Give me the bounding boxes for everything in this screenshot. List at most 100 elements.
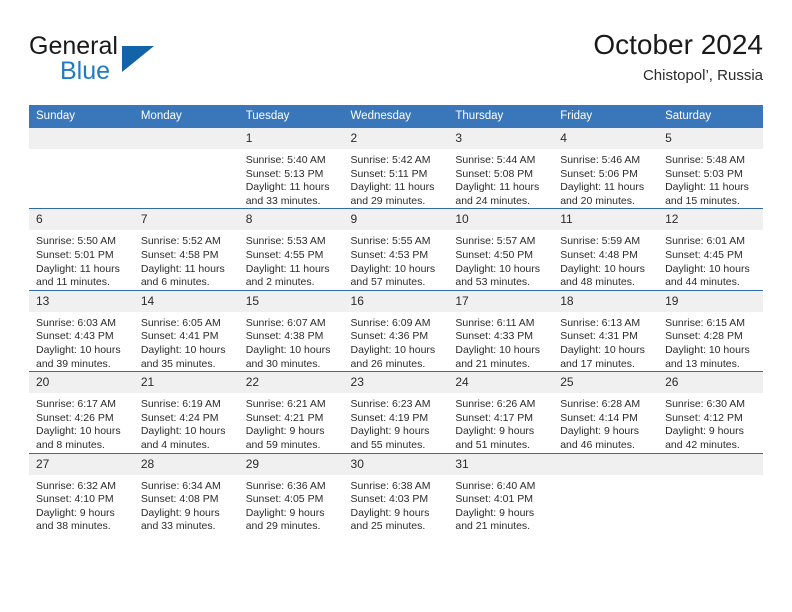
daylight-text-line2: and 53 minutes. xyxy=(455,276,531,289)
sunset-text: Sunset: 4:14 PM xyxy=(560,411,638,424)
day-number xyxy=(553,453,659,475)
daylight-text-line2: and 11 minutes. xyxy=(36,276,110,289)
daylight-text-line2: and 39 minutes. xyxy=(36,357,111,370)
sunrise-text: Sunrise: 6:13 AM xyxy=(560,316,641,329)
day-number xyxy=(133,128,239,149)
sunset-text: Sunset: 4:55 PM xyxy=(245,248,324,261)
weekday-header-wednesday: Wednesday xyxy=(343,105,449,128)
calendar-day-cell[interactable]: 4 Sunrise: 5:46 AM Sunset: 5:06 PM Daylight… xyxy=(553,128,659,209)
logo-triangle-icon xyxy=(122,46,154,72)
daylight-text-line2: and 24 minutes. xyxy=(455,194,531,207)
calendar-day-cell[interactable]: 19 Sunrise: 6:15 AM Sunset: 4:28 PM Dayligh… xyxy=(658,289,763,372)
sunrise-text: Sunrise: 5:44 AM xyxy=(455,154,536,166)
calendar-day-cell[interactable]: 28 Sunrise: 6:34 AM Sunset: 4:08 PM Dayligh… xyxy=(133,452,239,534)
daylight-text-line2: and 46 minutes. xyxy=(560,438,635,451)
daylight-text-line2: and 48 minutes. xyxy=(560,276,635,289)
general-blue-logo: General Blue xyxy=(29,32,249,90)
sunset-text: Sunset: 4:36 PM xyxy=(350,330,429,343)
calendar-day-cell[interactable]: 14 Sunrise: 6:05 AM Sunset: 4:41 PM Dayligh… xyxy=(133,289,239,372)
calendar-week-row: 27 Sunrise: 6:32 AM Sunset: 4:10 PM Dayligh… xyxy=(29,452,763,534)
daylight-text-line1: Daylight: 10 hours xyxy=(245,343,331,356)
daylight-text-line2: and 51 minutes. xyxy=(455,438,531,451)
calendar-day-cell[interactable]: 24 Sunrise: 6:26 AM Sunset: 4:17 PM Dayligh… xyxy=(448,371,554,453)
calendar-day-cell[interactable]: 27 Sunrise: 6:32 AM Sunset: 4:10 PM Dayligh… xyxy=(29,452,134,534)
day-number: 4 xyxy=(553,128,659,149)
day-number: 6 xyxy=(29,209,134,231)
daylight-text-line2: and 59 minutes. xyxy=(245,438,321,451)
title-block: October 2024 Chistopol’, Russia xyxy=(593,28,763,87)
sunset-text: Sunset: 5:01 PM xyxy=(36,248,114,261)
calendar-day-cell[interactable]: 15 Sunrise: 6:07 AM Sunset: 4:38 PM Dayligh… xyxy=(238,289,344,372)
daylight-text-line1: Daylight: 9 hours xyxy=(350,425,430,438)
day-number: 9 xyxy=(343,209,449,231)
daylight-text-line1: Daylight: 11 hours xyxy=(140,262,225,275)
daylight-text-line1: Daylight: 9 hours xyxy=(455,506,535,519)
calendar-day-cell[interactable]: 11 Sunrise: 5:59 AM Sunset: 4:48 PM Dayligh… xyxy=(553,208,659,291)
daylight-text-line1: Daylight: 9 hours xyxy=(245,506,325,519)
calendar-day-cell[interactable]: 20 Sunrise: 6:17 AM Sunset: 4:26 PM Dayligh… xyxy=(29,371,134,453)
calendar-day-cell[interactable]: 10 Sunrise: 5:57 AM Sunset: 4:50 PM Dayligh… xyxy=(448,208,554,291)
calendar-day-cell[interactable]: 29 Sunrise: 6:36 AM Sunset: 4:05 PM Dayligh… xyxy=(238,452,344,534)
page-header: General Blue October 2024 Chistopol’, Ru… xyxy=(29,28,763,96)
day-details: Sunrise: 6:34 AM Sunset: 4:08 PM Daylight:… xyxy=(134,475,239,534)
daylight-text-line1: Daylight: 9 hours xyxy=(560,425,640,438)
calendar-body: 1 Sunrise: 5:40 AM Sunset: 5:13 PM Daylight… xyxy=(29,128,763,534)
calendar-day-cell[interactable]: 22 Sunrise: 6:21 AM Sunset: 4:21 PM Dayligh… xyxy=(238,371,344,453)
daylight-text-line2: and 42 minutes. xyxy=(665,438,740,451)
daylight-text-line1: Daylight: 10 hours xyxy=(36,343,121,356)
calendar-day-cell[interactable]: 1 Sunrise: 5:40 AM Sunset: 5:13 PM Daylight… xyxy=(238,128,344,209)
calendar-day-cell[interactable]: 2 Sunrise: 5:42 AM Sunset: 5:11 PM Daylight… xyxy=(343,128,449,209)
calendar-day-cell[interactable]: 25 Sunrise: 6:28 AM Sunset: 4:14 PM Dayligh… xyxy=(553,371,659,453)
calendar-day-cell[interactable]: 31 Sunrise: 6:40 AM Sunset: 4:01 PM Dayligh… xyxy=(448,452,554,534)
daylight-text-line2: and 44 minutes. xyxy=(665,276,740,289)
calendar-day-cell[interactable]: 17 Sunrise: 6:11 AM Sunset: 4:33 PM Dayligh… xyxy=(448,289,554,372)
weekday-header-saturday: Saturday xyxy=(658,105,763,128)
day-number: 28 xyxy=(133,453,239,475)
sunrise-text: Sunrise: 6:05 AM xyxy=(140,316,221,329)
day-number: 15 xyxy=(238,290,344,312)
calendar-day-cell[interactable]: 6 Sunrise: 5:50 AM Sunset: 5:01 PM Daylight… xyxy=(29,208,134,291)
sunrise-text: Sunrise: 6:21 AM xyxy=(245,398,326,411)
day-details: Sunrise: 5:40 AM Sunset: 5:13 PM Daylight:… xyxy=(239,149,344,208)
day-number: 8 xyxy=(238,209,344,231)
calendar-day-cell[interactable]: 12 Sunrise: 6:01 AM Sunset: 4:45 PM Dayligh… xyxy=(658,208,763,291)
sunrise-text: Sunrise: 5:59 AM xyxy=(560,235,641,248)
sunrise-text: Sunrise: 6:07 AM xyxy=(245,316,326,329)
calendar-day-cell[interactable]: 8 Sunrise: 5:53 AM Sunset: 4:55 PM Daylight… xyxy=(238,208,344,291)
calendar-day-cell[interactable]: 9 Sunrise: 5:55 AM Sunset: 4:53 PM Daylight… xyxy=(343,208,449,291)
daylight-text-line1: Daylight: 10 hours xyxy=(455,262,541,275)
daylight-text-line1: Daylight: 10 hours xyxy=(350,262,436,275)
calendar-day-cell[interactable]: 3 Sunrise: 5:44 AM Sunset: 5:08 PM Daylight… xyxy=(448,128,554,209)
day-number: 22 xyxy=(238,372,344,394)
daylight-text-line1: Daylight: 11 hours xyxy=(245,181,330,194)
calendar-empty-cell xyxy=(553,452,659,534)
daylight-text-line2: and 17 minutes. xyxy=(560,357,635,370)
daylight-text-line2: and 2 minutes. xyxy=(245,276,315,289)
day-number: 27 xyxy=(29,453,134,475)
calendar-day-cell[interactable]: 7 Sunrise: 5:52 AM Sunset: 4:58 PM Daylight… xyxy=(133,208,239,291)
sunrise-text: Sunrise: 6:09 AM xyxy=(350,316,431,329)
calendar-day-cell[interactable]: 23 Sunrise: 6:23 AM Sunset: 4:19 PM Dayligh… xyxy=(343,371,449,453)
daylight-text-line1: Daylight: 10 hours xyxy=(665,343,750,356)
day-details: Sunrise: 5:44 AM Sunset: 5:08 PM Daylight:… xyxy=(448,149,553,208)
calendar-day-cell[interactable]: 26 Sunrise: 6:30 AM Sunset: 4:12 PM Dayligh… xyxy=(658,371,763,453)
calendar-day-cell[interactable]: 13 Sunrise: 6:03 AM Sunset: 4:43 PM Dayligh… xyxy=(29,289,134,372)
calendar-day-cell[interactable]: 16 Sunrise: 6:09 AM Sunset: 4:36 PM Dayligh… xyxy=(343,289,449,372)
day-number: 13 xyxy=(29,290,134,312)
day-number: 31 xyxy=(448,453,554,475)
sunrise-text: Sunrise: 6:38 AM xyxy=(350,479,431,492)
day-number: 11 xyxy=(553,209,659,231)
calendar-day-cell[interactable]: 21 Sunrise: 6:19 AM Sunset: 4:24 PM Dayligh… xyxy=(133,371,239,453)
day-number: 24 xyxy=(448,372,554,394)
sunset-text: Sunset: 4:38 PM xyxy=(245,330,324,343)
calendar-day-cell[interactable]: 5 Sunrise: 5:48 AM Sunset: 5:03 PM Daylight… xyxy=(658,128,763,209)
daylight-text-line1: Daylight: 10 hours xyxy=(455,343,541,356)
sunset-text: Sunset: 4:26 PM xyxy=(36,411,114,424)
calendar-day-cell[interactable]: 18 Sunrise: 6:13 AM Sunset: 4:31 PM Dayligh… xyxy=(553,289,659,372)
calendar-day-cell[interactable]: 30 Sunrise: 6:38 AM Sunset: 4:03 PM Dayligh… xyxy=(343,452,449,534)
day-details: Sunrise: 6:01 AM Sunset: 4:45 PM Daylight:… xyxy=(658,230,763,289)
day-details: Sunrise: 6:07 AM Sunset: 4:38 PM Daylight:… xyxy=(239,312,344,371)
day-details: Sunrise: 5:59 AM Sunset: 4:48 PM Daylight:… xyxy=(553,230,658,289)
day-details: Sunrise: 5:53 AM Sunset: 4:55 PM Daylight:… xyxy=(239,230,344,289)
daylight-text-line1: Daylight: 10 hours xyxy=(140,425,226,438)
